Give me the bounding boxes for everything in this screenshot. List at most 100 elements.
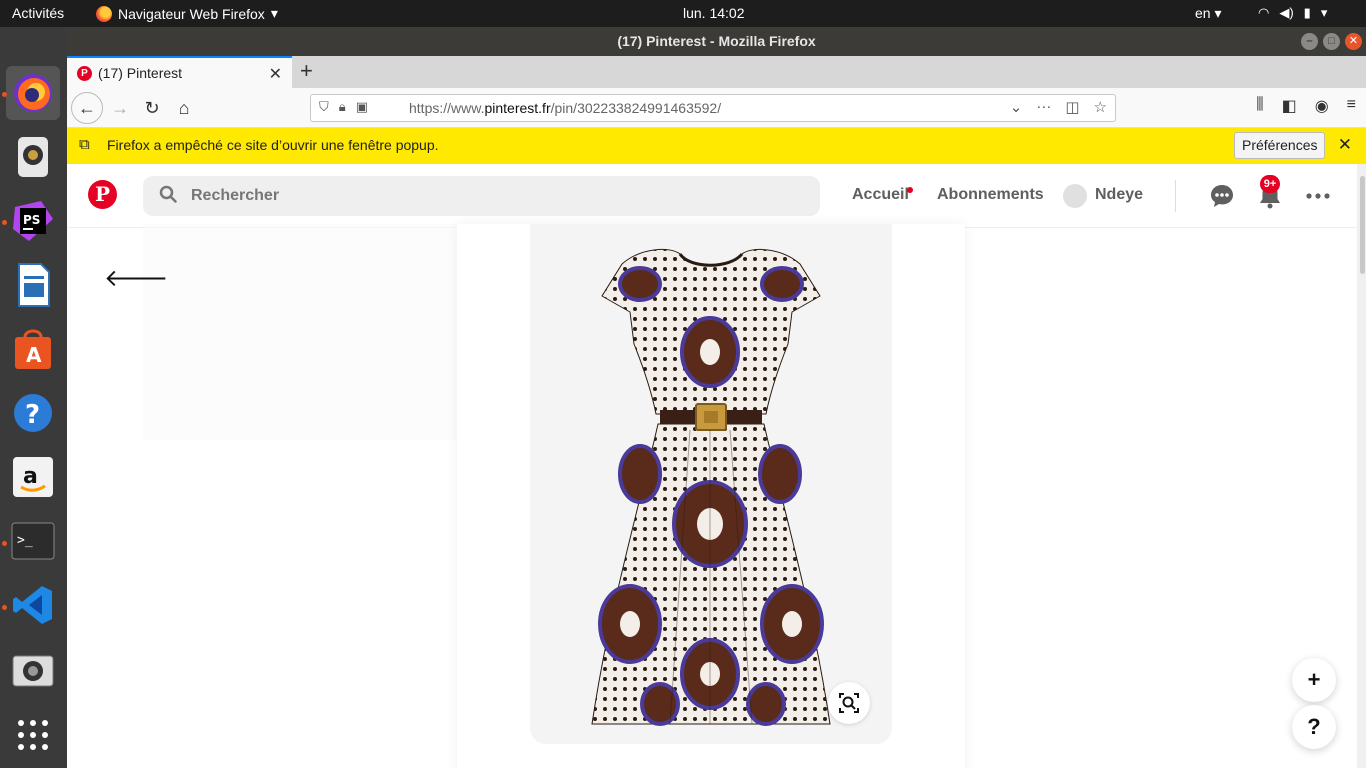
- popup-blocked-icon: ⧉: [79, 136, 90, 153]
- running-indicator: [2, 605, 7, 610]
- app-menu[interactable]: Navigateur Web Firefox ▾: [96, 5, 278, 22]
- permissions-icon[interactable]: ▣: [356, 99, 368, 115]
- nav-user[interactable]: Ndeye: [1095, 186, 1143, 204]
- dock-app-center[interactable]: A: [6, 322, 60, 376]
- messages-icon[interactable]: [1208, 182, 1236, 210]
- notifications-badge: 9+: [1260, 175, 1280, 193]
- volume-icon: ◀): [1279, 5, 1294, 20]
- back-button[interactable]: ←: [71, 92, 103, 124]
- help-icon: ?: [14, 394, 52, 432]
- wifi-icon: ◠: [1258, 5, 1270, 20]
- shield-icon[interactable]: ⛉: [319, 99, 329, 115]
- window-title: (17) Pinterest - Mozilla Firefox: [617, 33, 816, 49]
- app-center-icon: A: [15, 329, 51, 369]
- app-menu-label: Navigateur Web Firefox: [118, 5, 265, 22]
- tab-strip: P (17) Pinterest ✕ +: [67, 56, 1366, 88]
- home-notification-dot: [907, 187, 913, 193]
- nav-home[interactable]: Accueil: [852, 186, 909, 204]
- system-top-bar: Activités Navigateur Web Firefox ▾ lun. …: [0, 0, 1366, 27]
- popup-blocked-bar: ⧉ Firefox a empêché ce site d’ouvrir une…: [67, 128, 1366, 164]
- svg-text:A: A: [26, 343, 42, 367]
- dock-firefox[interactable]: [6, 66, 60, 120]
- system-tray[interactable]: ◠ ◀) ▮ ▾: [1258, 5, 1327, 21]
- tab-title: (17) Pinterest: [98, 65, 183, 81]
- battery-icon: ▮: [1303, 5, 1311, 20]
- pinterest-header: P Rechercher Accueil Abonnements Ndeye 9…: [67, 164, 1357, 228]
- preferences-button[interactable]: Préférences: [1234, 132, 1326, 159]
- firefox-icon: [14, 74, 52, 112]
- writer-icon: [18, 263, 50, 307]
- search-icon: [159, 185, 177, 203]
- url-text: https://www.pinterest.fr/pin/30223382499…: [409, 100, 722, 116]
- search-input[interactable]: Rechercher: [143, 176, 820, 216]
- phpstorm-icon: PS: [13, 201, 53, 241]
- amazon-icon: a: [13, 457, 53, 497]
- search-placeholder: Rechercher: [191, 187, 280, 204]
- dock-app-grid[interactable]: [6, 708, 60, 762]
- dock: PS A ? a >_: [0, 27, 67, 768]
- back-arrow-icon[interactable]: 🡐: [104, 263, 168, 293]
- account-icon[interactable]: ◉: [1315, 96, 1329, 116]
- svg-text:>_: >_: [17, 533, 33, 548]
- activities-button[interactable]: Activités: [12, 5, 64, 21]
- svg-text:a: a: [23, 464, 38, 489]
- forward-button[interactable]: →: [105, 94, 135, 122]
- maximize-button[interactable]: □: [1323, 33, 1340, 50]
- language-selector[interactable]: en ▾: [1195, 5, 1222, 22]
- app-grid-icon: [18, 720, 48, 750]
- dock-speaker-app[interactable]: [6, 130, 60, 184]
- dock-amazon[interactable]: a: [6, 450, 60, 504]
- library-icon[interactable]: ⫼: [1256, 96, 1263, 116]
- tab-pinterest[interactable]: P (17) Pinterest ✕: [67, 56, 292, 88]
- running-indicator: [2, 92, 7, 97]
- dress-image: [591, 248, 831, 726]
- reload-button[interactable]: ↻: [137, 94, 167, 122]
- running-indicator: [2, 220, 7, 225]
- running-indicator: [2, 541, 7, 546]
- avatar[interactable]: [1063, 184, 1087, 208]
- chevron-down-icon: ▾: [1320, 5, 1328, 20]
- menu-icon[interactable]: ≡: [1347, 96, 1356, 116]
- terminal-icon: >_: [11, 522, 55, 560]
- visual-search-button[interactable]: [828, 682, 870, 724]
- add-button[interactable]: +: [1292, 658, 1336, 702]
- pinterest-page: P Rechercher Accueil Abonnements Ndeye 9…: [67, 164, 1357, 768]
- close-window-button[interactable]: ✕: [1345, 33, 1362, 50]
- close-tab-icon[interactable]: ✕: [269, 64, 282, 84]
- help-button[interactable]: ?: [1292, 705, 1336, 749]
- dock-writer[interactable]: [6, 258, 60, 312]
- close-icon[interactable]: ✕: [1338, 135, 1352, 155]
- bookmark-star-icon[interactable]: ☆: [1094, 98, 1107, 116]
- clock[interactable]: lun. 14:02: [683, 5, 745, 21]
- page-actions-icon[interactable]: ···: [1036, 98, 1051, 116]
- more-options-icon[interactable]: [1304, 182, 1332, 210]
- scrollbar-thumb[interactable]: [1360, 176, 1365, 274]
- dock-phpstorm[interactable]: PS: [6, 194, 60, 248]
- dock-vscode[interactable]: [6, 578, 60, 632]
- chevron-down-icon: ▾: [270, 5, 278, 21]
- svg-text:PS: PS: [23, 213, 40, 227]
- sidebar-icon[interactable]: ◧: [1282, 96, 1297, 116]
- vscode-icon: [13, 586, 52, 624]
- header-divider: [1175, 180, 1176, 212]
- camera-icon: [12, 655, 54, 687]
- firefox-icon: [96, 5, 112, 22]
- pocket-icon[interactable]: ◫: [1065, 98, 1079, 116]
- chevron-down-icon[interactable]: ⌄: [1010, 98, 1023, 116]
- visual-search-icon: [839, 693, 859, 713]
- pinterest-favicon-icon: P: [77, 65, 92, 81]
- dock-camera[interactable]: [6, 642, 60, 696]
- new-tab-button[interactable]: +: [300, 58, 313, 84]
- pinterest-logo[interactable]: P: [88, 180, 117, 209]
- url-bar[interactable]: ⛉ 🔒︎ ▣ https://www.pinterest.fr/pin/3022…: [310, 94, 1116, 122]
- dock-terminal[interactable]: >_: [6, 514, 60, 568]
- minimize-button[interactable]: –: [1301, 33, 1318, 50]
- svg-text:?: ?: [25, 400, 40, 430]
- nav-following[interactable]: Abonnements: [937, 186, 1044, 204]
- home-button[interactable]: ⌂: [169, 94, 199, 122]
- lock-icon[interactable]: 🔒︎: [339, 99, 346, 115]
- pin-image[interactable]: [530, 224, 892, 744]
- window-titlebar[interactable]: (17) Pinterest - Mozilla Firefox – □ ✕: [67, 27, 1366, 56]
- navigation-toolbar: ← → ↻ ⌂ ⛉ 🔒︎ ▣ https://www.pinterest.fr/…: [67, 88, 1366, 128]
- dock-help[interactable]: ?: [6, 386, 60, 440]
